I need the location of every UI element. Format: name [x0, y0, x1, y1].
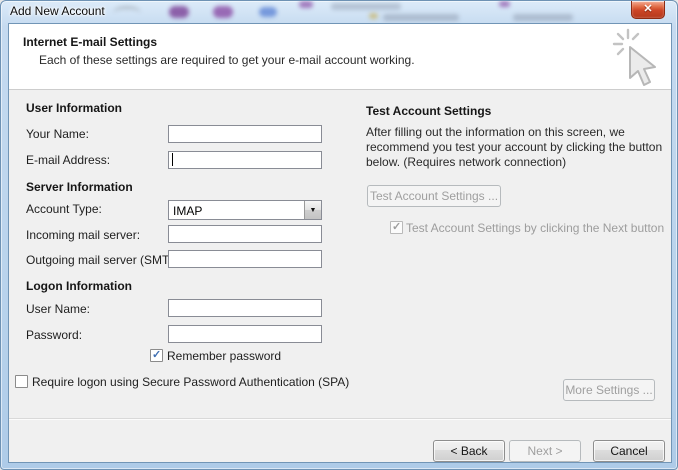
test-account-description: After filling out the information on thi…	[366, 125, 668, 170]
wizard-header-title: Internet E-mail Settings	[23, 35, 157, 49]
remember-password-checkbox[interactable]: ✓	[150, 349, 163, 362]
section-user-information: User Information	[26, 101, 122, 115]
cancel-button[interactable]: Cancel	[593, 440, 665, 462]
spa-label: Require logon using Secure Password Auth…	[32, 375, 349, 389]
add-new-account-window: Add New Account ✕ Internet E-mail Settin…	[0, 0, 678, 470]
titlebar[interactable]: Add New Account ✕	[1, 1, 677, 23]
chevron-down-icon: ▼	[310, 207, 317, 214]
checkmark-icon: ✓	[152, 350, 162, 361]
text-caret	[172, 153, 173, 166]
section-logon-information: Logon Information	[26, 279, 132, 293]
account-type-dropdown[interactable]: IMAP ▼	[168, 200, 322, 220]
auto-test-checkbox[interactable]: ✓	[390, 221, 403, 234]
user-name-label: User Name:	[26, 302, 90, 316]
test-account-settings-button[interactable]: Test Account Settings ...	[367, 185, 501, 207]
wizard-header-subtitle: Each of these settings are required to g…	[39, 53, 415, 67]
outgoing-server-field[interactable]	[168, 250, 322, 268]
close-icon: ✕	[632, 1, 664, 17]
dropdown-button[interactable]: ▼	[304, 201, 321, 219]
section-server-information: Server Information	[26, 180, 133, 194]
email-address-label: E-mail Address:	[26, 153, 110, 167]
more-settings-button[interactable]: More Settings ...	[563, 379, 655, 401]
dialog-client-area: Internet E-mail Settings Each of these s…	[8, 23, 672, 463]
incoming-server-field[interactable]	[168, 225, 322, 243]
remember-password-label: Remember password	[167, 349, 281, 363]
password-label: Password:	[26, 328, 82, 342]
checkmark-icon: ✓	[392, 222, 402, 233]
password-field[interactable]	[168, 325, 322, 343]
next-button[interactable]: Next >	[509, 440, 581, 462]
click-cursor-icon	[611, 28, 665, 88]
account-type-label: Account Type:	[26, 202, 102, 216]
spa-checkbox[interactable]: ✓	[15, 375, 28, 388]
wizard-header: Internet E-mail Settings Each of these s…	[9, 24, 671, 90]
account-type-value: IMAP	[173, 204, 202, 218]
back-button[interactable]: < Back	[433, 440, 505, 462]
outgoing-server-label: Outgoing mail server (SMTP):	[26, 253, 185, 267]
section-test-account-settings: Test Account Settings	[366, 104, 491, 118]
auto-test-label: Test Account Settings by clicking the Ne…	[406, 221, 664, 235]
user-name-field[interactable]	[168, 299, 322, 317]
window-title: Add New Account	[10, 4, 105, 18]
your-name-label: Your Name:	[26, 127, 89, 141]
incoming-server-label: Incoming mail server:	[26, 228, 140, 242]
email-address-field[interactable]	[168, 151, 322, 169]
your-name-field[interactable]	[168, 125, 322, 143]
button-strip: < Back Next > Cancel	[9, 418, 671, 462]
close-button[interactable]: ✕	[631, 1, 665, 19]
